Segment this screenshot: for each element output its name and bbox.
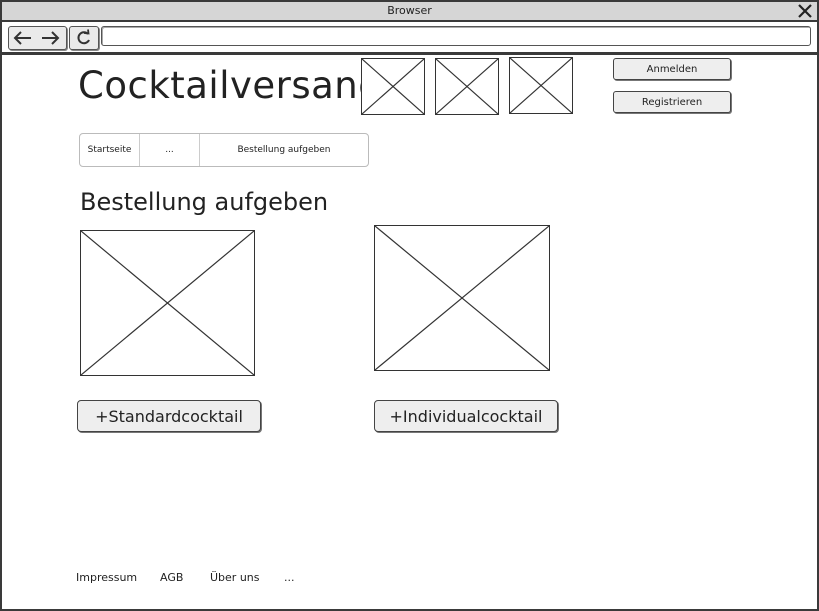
- site-logo-text: Cocktailversand: [78, 64, 383, 107]
- window-title: Browser: [387, 4, 432, 17]
- reload-button[interactable]: [69, 26, 99, 50]
- breadcrumb-item-ellipsis[interactable]: ...: [140, 134, 199, 166]
- browser-toolbar: [2, 22, 817, 55]
- image-placeholder-icon: [362, 59, 424, 114]
- header-image-placeholder-1: [361, 58, 425, 115]
- back-arrow-icon[interactable]: [12, 29, 34, 47]
- footer-link-more[interactable]: ...: [284, 571, 295, 584]
- add-standard-cocktail-button[interactable]: +Standardcocktail: [77, 400, 261, 432]
- forward-arrow-icon[interactable]: [39, 29, 61, 47]
- image-placeholder-icon: [375, 226, 549, 370]
- reload-icon: [77, 29, 90, 45]
- close-icon[interactable]: [797, 3, 813, 19]
- breadcrumb-item-current[interactable]: Bestellung aufgeben: [200, 134, 368, 166]
- footer-link-about[interactable]: Über uns: [210, 571, 260, 584]
- breadcrumb-item-home[interactable]: Startseite: [80, 134, 139, 166]
- image-placeholder-icon: [81, 231, 254, 375]
- footer-link-impressum[interactable]: Impressum: [76, 571, 137, 584]
- image-placeholder-icon: [436, 59, 498, 114]
- breadcrumb: Startseite ... Bestellung aufgeben: [79, 133, 369, 167]
- header-image-placeholder-3: [509, 57, 573, 114]
- url-input[interactable]: [101, 26, 811, 46]
- register-button[interactable]: Registrieren: [613, 91, 731, 113]
- title-bar: Browser: [2, 2, 817, 22]
- add-individual-cocktail-button[interactable]: +Individualcocktail: [374, 400, 558, 432]
- browser-window: Browser Cocktailversand Anmelden Registr…: [0, 0, 819, 611]
- standard-cocktail-image: [80, 230, 255, 376]
- page-title: Bestellung aufgeben: [80, 188, 329, 216]
- header-image-placeholder-2: [435, 58, 499, 115]
- individual-cocktail-image: [374, 225, 550, 371]
- footer-link-agb[interactable]: AGB: [160, 571, 183, 584]
- login-button[interactable]: Anmelden: [613, 58, 731, 80]
- nav-button-group: [8, 26, 67, 50]
- image-placeholder-icon: [510, 58, 572, 113]
